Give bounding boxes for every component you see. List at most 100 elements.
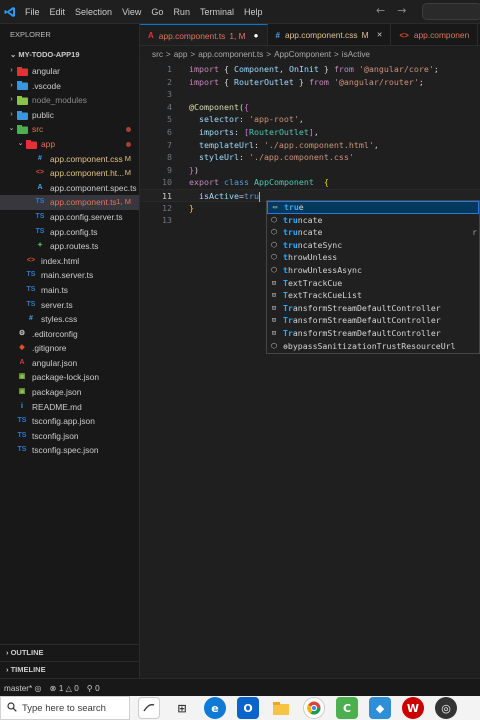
app-icon-blue[interactable]: ◆ [369, 697, 391, 719]
tab-badge: 1, M [229, 30, 246, 41]
suggestion-item[interactable]: ⊡ TextTrackCueList [267, 289, 479, 302]
tab-app-component-ts[interactable]: Aapp.component.ts 1, M ● [140, 24, 268, 45]
tree-item[interactable]: # app.component.css M [0, 152, 139, 167]
tree-item[interactable]: TS app.component.ts 1, M [0, 195, 139, 210]
menu-item-help[interactable]: Help [239, 7, 268, 17]
taskbar-search[interactable]: Type here to search [0, 696, 130, 720]
tree-item[interactable]: › public [0, 108, 139, 123]
menu-item-go[interactable]: Go [146, 7, 168, 17]
code-line: 10 export class AppComponent { [140, 176, 480, 189]
copilot-icon[interactable] [138, 697, 160, 719]
tab-app-component-css[interactable]: # app.component.css M ✕ [268, 24, 392, 45]
folder-angular-icon [16, 66, 28, 77]
tree-item[interactable]: › node_modules [0, 93, 139, 108]
close-icon[interactable]: ✕ [377, 31, 383, 39]
code-line: 6 imports: [RouterOutlet], [140, 126, 480, 139]
suggestion-item[interactable]: ⬡ truncateSync [267, 239, 479, 252]
tree-item[interactable]: <> app.component.ht... M [0, 166, 139, 181]
tree-item[interactable]: TS tsconfig.spec.json [0, 443, 139, 458]
suggestion-item[interactable]: ⬡ throwUnless [267, 251, 479, 264]
code-token: Component [233, 64, 279, 74]
suggestion-item[interactable]: ⊡ TransformStreamDefaultController [267, 314, 479, 327]
tree-item[interactable]: TS tsconfig.json [0, 429, 139, 444]
tree-item[interactable]: Aapp.component.spec.ts [0, 181, 139, 196]
html-file-icon: <> [26, 256, 36, 264]
menu-item-run[interactable]: Run [168, 7, 195, 17]
tree-item[interactable]: TS app.config.server.ts [0, 210, 139, 225]
tree-item[interactable]: # styles.css [0, 312, 139, 327]
branch-name: master* [4, 683, 33, 693]
npm-icon: ▣ [18, 388, 26, 396]
tree-item[interactable]: › angular [0, 64, 139, 79]
tree-item[interactable]: <> index.html [0, 254, 139, 269]
menu-item-file[interactable]: File [20, 7, 45, 17]
back-arrow-icon[interactable]: ← [376, 4, 385, 17]
tree-item[interactable]: ✦ app.routes.ts [0, 239, 139, 254]
tree-item[interactable]: i README.md [0, 400, 139, 415]
breadcrumb-item[interactable]: AppComponent [274, 48, 331, 62]
autocomplete-suggestions[interactable]: ▭ true ⬡ truncate ⬡ truncate r ⬡ truncateSync ⬡ th… [266, 200, 480, 354]
outlook-icon[interactable]: O [237, 697, 259, 719]
tree-item[interactable]: TS main.server.ts [0, 268, 139, 283]
breadcrumb-item[interactable]: src [152, 48, 163, 62]
suggestion-item[interactable]: ⬡ truncate r [267, 226, 479, 239]
suggestion-label: TextTrackCueList [283, 289, 362, 302]
tree-item[interactable]: ▣ package-lock.json [0, 370, 139, 385]
file-explorer-icon[interactable] [270, 697, 292, 719]
edge-icon[interactable]: e [204, 697, 226, 719]
tree-item[interactable]: ⌄ app [0, 137, 139, 152]
match-highlight: tru [283, 214, 298, 225]
app-icon-dark[interactable]: ◎ [435, 697, 457, 719]
command-center[interactable] [422, 3, 480, 20]
suggestion-item[interactable]: ⊡ TransformStreamDefaultController [267, 327, 479, 340]
breadcrumb-item[interactable]: app [174, 48, 188, 62]
tree-item[interactable]: TS main.ts [0, 283, 139, 298]
tree-item[interactable]: TS app.config.ts [0, 225, 139, 240]
tree-item[interactable]: › .vscode [0, 79, 139, 94]
menu-item-edit[interactable]: Edit [45, 7, 71, 17]
chrome-icon[interactable] [303, 697, 325, 719]
tree-item-label: app.component.spec.ts [50, 182, 137, 193]
suggestion-item[interactable]: ▭ true [267, 201, 479, 214]
tree-item[interactable]: ◆ .gitignore [0, 341, 139, 356]
suggestion-label: truncate [283, 214, 322, 227]
menu-item-view[interactable]: View [117, 7, 146, 17]
menu-item-selection[interactable]: Selection [70, 7, 117, 17]
ports-indicator[interactable]: ⚲ 0 [87, 683, 100, 693]
code-text: imports: [RouterOutlet], [189, 126, 319, 139]
suggestion-item[interactable]: ⬡ truncate [267, 214, 479, 227]
problems-indicator[interactable]: ⊗ 1 △ 0 [50, 683, 79, 693]
branch-indicator[interactable]: master* ◎ [4, 683, 42, 693]
suggestion-item[interactable]: ⊡ TransformStreamDefaultController [267, 302, 479, 315]
tree-item[interactable]: ▣ package.json [0, 385, 139, 400]
ts-file-icon: TS [26, 300, 36, 308]
tree-item[interactable]: Aangular.json [0, 356, 139, 371]
editor-tabs: Aapp.component.ts 1, M ● # app.component.cs… [140, 24, 480, 46]
tree-item[interactable]: TS server.ts [0, 298, 139, 313]
menu-item-terminal[interactable]: Terminal [195, 7, 239, 17]
tree-item-label: node_modules [32, 95, 87, 106]
suggestion-item[interactable]: ⬡ ɵbypassSanitizationTrustResourceUrl [267, 340, 479, 353]
breadcrumb-item[interactable]: isActive [342, 48, 370, 62]
tree-item[interactable]: ⌄ src [0, 122, 139, 137]
timeline-section[interactable]: › TIMELINE [0, 661, 140, 677]
suggestion-item[interactable]: ⬡ throwUnlessAsync [267, 264, 479, 277]
code-token: class [223, 177, 249, 188]
code-editor[interactable]: 1 import { Component, OnInit } from '@ang… [140, 62, 480, 678]
outline-section[interactable]: › OUTLINE [0, 644, 140, 660]
unsaved-dot-icon[interactable]: ● [254, 31, 259, 40]
tree-item[interactable]: TS tsconfig.app.json [0, 414, 139, 429]
wps-icon[interactable]: W [402, 697, 424, 719]
task-view-icon[interactable]: ⊞ [171, 697, 193, 719]
tree-item-label: app [41, 138, 55, 149]
tree-item-label: styles.css [41, 314, 78, 325]
tree-item-label: index.html [41, 255, 80, 266]
breadcrumb-item[interactable]: app.component.ts [198, 48, 263, 62]
tree-item[interactable]: ⚙ .editorconfig [0, 327, 139, 342]
folder-public-icon [16, 110, 28, 121]
forward-arrow-icon[interactable]: → [397, 4, 406, 17]
camtasia-icon[interactable]: C [336, 697, 358, 719]
suggestion-item[interactable]: ⊡ TextTrackCue [267, 277, 479, 290]
project-root[interactable]: ⌄ MY-TODO-APP19 [0, 46, 139, 64]
tab-app-componen[interactable]: <> app.componen [391, 24, 479, 45]
